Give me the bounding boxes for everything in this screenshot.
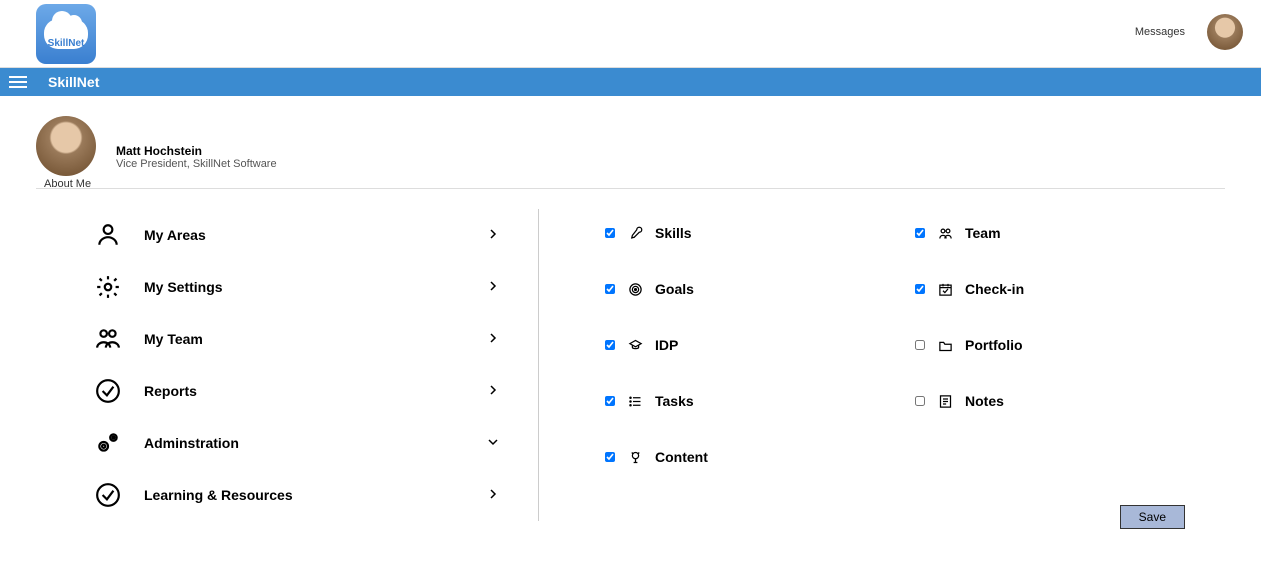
option-label: Tasks [655,393,694,409]
checkbox-tasks[interactable] [605,396,615,406]
chevron-right-icon [478,488,508,503]
save-button[interactable]: Save [1120,505,1185,529]
target-icon [627,282,643,297]
check-circle-icon [88,482,128,508]
option-notes[interactable]: Notes [915,393,1225,409]
person-icon [88,222,128,248]
option-portfolio[interactable]: Portfolio [915,337,1225,353]
options-column: Skills Team Goals Check-in IDP Portfolio Tasks… [539,209,1225,521]
chevron-right-icon [478,228,508,243]
chevron-right-icon [478,332,508,347]
nav-item-my-settings[interactable]: My Settings [88,261,508,313]
nav-item-my-areas[interactable]: My Areas [88,209,508,261]
top-bar: SkillNet Messages [0,0,1261,68]
option-team[interactable]: Team [915,225,1225,241]
option-goals[interactable]: Goals [605,281,915,297]
checkbox-content[interactable] [605,452,615,462]
calendar-check-icon [937,282,953,297]
option-label: Content [655,449,708,465]
option-label: IDP [655,337,678,353]
checkbox-idp[interactable] [605,340,615,350]
nav-label: Learning & Resources [128,487,478,503]
nav-label: My Areas [128,227,478,243]
option-content[interactable]: Content [605,449,915,465]
user-block: About Me Matt Hochstein Vice President, … [36,116,1225,189]
option-idp[interactable]: IDP [605,337,915,353]
nav-label: My Settings [128,279,478,295]
graduation-icon [627,338,643,353]
nav-item-administration[interactable]: Adminstration [88,417,508,469]
option-tasks[interactable]: Tasks [605,393,915,409]
chevron-down-icon [478,436,508,451]
checkbox-goals[interactable] [605,284,615,294]
option-label: Portfolio [965,337,1023,353]
folder-icon [937,338,953,353]
avatar-top[interactable] [1207,14,1243,50]
list-icon [627,394,643,409]
checkbox-skills[interactable] [605,228,615,238]
notes-icon [937,394,953,409]
gears-icon [88,430,128,456]
gear-icon [88,274,128,300]
nav-label: My Team [128,331,478,347]
option-label: Check-in [965,281,1024,297]
user-title: Vice President, SkillNet Software [116,158,277,170]
nav-item-learning-resources[interactable]: Learning & Resources [88,469,508,521]
two-column-layout: My Areas My Settings My Team [36,209,1225,521]
wrench-icon [627,226,643,241]
chevron-right-icon [478,280,508,295]
logo[interactable]: SkillNet [36,4,96,64]
app-bar: SkillNet [0,68,1261,96]
option-label: Team [965,225,1001,241]
chevron-right-icon [478,384,508,399]
option-skills[interactable]: Skills [605,225,915,241]
checkbox-notes[interactable] [915,396,925,406]
lightbulb-icon [627,450,643,465]
option-label: Goals [655,281,694,297]
nav-label: Reports [128,383,478,399]
avatar-main[interactable] [36,116,96,176]
messages-link[interactable]: Messages [1135,26,1185,38]
check-circle-icon [88,378,128,404]
nav-item-reports[interactable]: Reports [88,365,508,417]
nav-column: My Areas My Settings My Team [36,209,539,521]
nav-label: Adminstration [128,435,478,451]
app-title: SkillNet [48,74,99,90]
hamburger-icon[interactable] [0,76,36,88]
main-content: About Me Matt Hochstein Vice President, … [0,96,1261,541]
option-label: Notes [965,393,1004,409]
option-label: Skills [655,225,692,241]
option-check-in[interactable]: Check-in [915,281,1225,297]
team-icon [937,226,953,241]
checkbox-check-in[interactable] [915,284,925,294]
about-me-label[interactable]: About Me [44,178,91,190]
user-name: Matt Hochstein [116,144,277,158]
nav-item-my-team[interactable]: My Team [88,313,508,365]
checkbox-team[interactable] [915,228,925,238]
team-icon [88,326,128,352]
checkbox-portfolio[interactable] [915,340,925,350]
logo-text: SkillNet [48,38,85,49]
